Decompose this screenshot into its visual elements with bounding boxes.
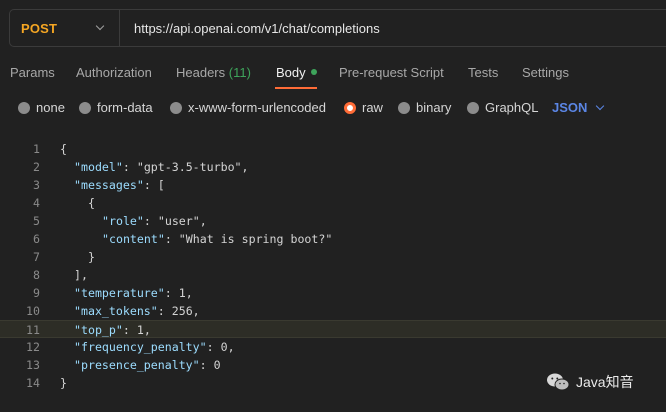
tab-label: Settings — [522, 65, 569, 80]
tab-pre-request-script[interactable]: Pre-request Script — [339, 65, 444, 80]
editor-line[interactable]: 12 "frequency_penalty": 0, — [0, 338, 666, 356]
option-label: x-www-form-urlencoded — [188, 100, 326, 115]
line-number: 14 — [26, 376, 40, 390]
tab-settings[interactable]: Settings — [522, 65, 569, 80]
tab-label: Authorization — [76, 65, 152, 80]
code-text: "temperature": 1, — [74, 286, 193, 300]
headers-count-badge: (11) — [228, 65, 251, 80]
tab-label: Tests — [468, 65, 499, 80]
editor-line[interactable]: 1{ — [0, 140, 666, 158]
radio-selected-icon — [344, 101, 356, 114]
radio-icon — [79, 101, 91, 114]
line-number: 5 — [33, 214, 40, 228]
tab-label: Pre-request Script — [339, 65, 444, 80]
url-input[interactable]: https://api.openai.com/v1/chat/completio… — [120, 21, 380, 36]
line-number: 2 — [33, 160, 40, 174]
radio-graphql[interactable]: GraphQL — [467, 100, 538, 115]
radio-binary[interactable]: binary — [398, 100, 451, 115]
option-label: binary — [416, 100, 452, 115]
radio-icon — [398, 101, 410, 114]
tab-label: Headers — [176, 65, 226, 80]
code-text: ], — [74, 268, 88, 282]
code-text: "frequency_penalty": 0, — [74, 340, 235, 354]
line-number: 10 — [26, 304, 40, 318]
wechat-icon — [547, 373, 570, 391]
option-label: none — [36, 100, 65, 115]
editor-line[interactable]: 8], — [0, 266, 666, 284]
line-number: 8 — [33, 268, 40, 282]
tab-params[interactable]: Params — [10, 65, 55, 80]
editor-line[interactable]: 6 "content": "What is spring boot?" — [0, 230, 666, 248]
tab-authorization[interactable]: Authorization — [76, 65, 152, 80]
line-number: 6 — [33, 232, 40, 246]
editor-line[interactable]: 5 "role": "user", — [0, 212, 666, 230]
code-text: "messages": [ — [74, 178, 165, 192]
option-label: GraphQL — [485, 100, 539, 115]
editor-line[interactable]: 9 "temperature": 1, — [0, 284, 666, 302]
tab-label: Params — [10, 65, 55, 80]
editor-line[interactable]: 11 "top_p": 1, — [0, 320, 666, 338]
body-type-options: none form-data x-www-form-urlencoded raw… — [0, 96, 666, 120]
line-number: 1 — [33, 142, 40, 156]
line-number: 13 — [26, 358, 40, 372]
line-number: 7 — [33, 250, 40, 264]
chevron-down-icon — [595, 103, 605, 113]
method-label: POST — [21, 20, 58, 36]
radio-none[interactable]: none — [18, 100, 65, 115]
code-text: "role": "user", — [102, 214, 207, 228]
tab-tests[interactable]: Tests — [468, 65, 498, 80]
tab-label: Body — [276, 65, 306, 80]
option-label: form-data — [97, 100, 153, 115]
radio-raw[interactable]: raw — [344, 100, 383, 115]
code-text: "max_tokens": 256, — [74, 304, 200, 318]
radio-icon — [467, 101, 479, 114]
active-tab-underline — [275, 87, 317, 89]
line-number: 4 — [33, 196, 40, 210]
chevron-down-icon — [95, 23, 105, 33]
radio-icon — [18, 101, 30, 114]
code-text: "presence_penalty": 0 — [74, 358, 221, 372]
line-number: 9 — [33, 286, 40, 300]
line-number: 12 — [26, 340, 40, 354]
code-text: "model": "gpt-3.5-turbo", — [74, 160, 249, 174]
editor-line[interactable]: 4{ — [0, 194, 666, 212]
editor-line[interactable]: 2 "model": "gpt-3.5-turbo", — [0, 158, 666, 176]
language-select[interactable]: JSON — [552, 100, 605, 115]
editor-line[interactable]: 7} — [0, 248, 666, 266]
editor-line[interactable]: 3 "messages": [ — [0, 176, 666, 194]
method-select[interactable]: POST — [10, 10, 120, 46]
watermark: Java知音 — [546, 372, 634, 392]
body-indicator-dot — [310, 69, 317, 75]
watermark-text: Java知音 — [576, 374, 634, 390]
code-text: } — [60, 376, 67, 390]
code-text: } — [88, 250, 95, 264]
radio-x-www-form-urlencoded[interactable]: x-www-form-urlencoded — [170, 100, 326, 115]
line-number: 3 — [33, 178, 40, 192]
option-label: raw — [362, 100, 383, 115]
radio-icon — [170, 101, 182, 114]
tab-headers[interactable]: Headers (11) — [176, 65, 251, 80]
code-text: { — [88, 196, 95, 210]
code-text: "top_p": 1, — [74, 323, 151, 337]
radio-form-data[interactable]: form-data — [79, 100, 153, 115]
code-text: { — [60, 142, 67, 156]
code-editor[interactable]: 1{2 "model": "gpt-3.5-turbo", 3 "messages":… — [0, 136, 666, 412]
tab-body[interactable]: Body — [276, 65, 317, 80]
request-url-bar: POST https://api.openai.com/v1/chat/comp… — [9, 9, 666, 47]
language-label: JSON — [552, 100, 588, 115]
code-text: "content": "What is spring boot?" — [102, 232, 333, 246]
request-tabs: Params Authorization Headers (11) Body P… — [0, 58, 666, 89]
line-number: 11 — [26, 323, 40, 337]
editor-line[interactable]: 10 "max_tokens": 256, — [0, 302, 666, 320]
